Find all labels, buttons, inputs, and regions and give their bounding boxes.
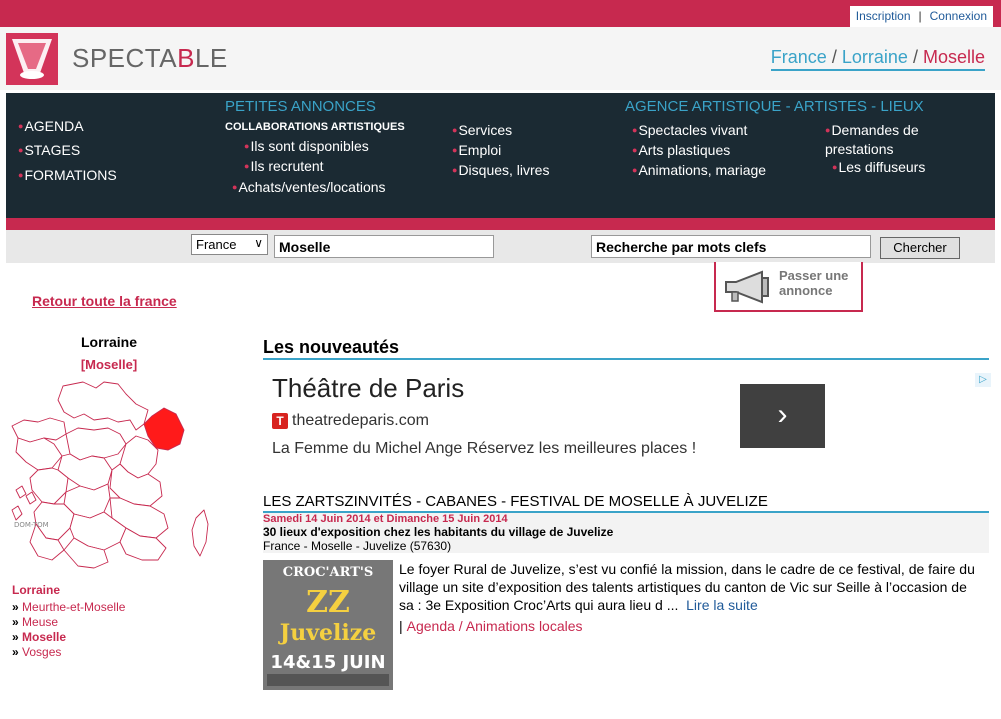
search-button[interactable]: Chercher — [880, 237, 960, 259]
svg-text:Juvelize: Juvelize — [278, 620, 376, 646]
list-item: » Meurthe-et-Moselle — [12, 600, 126, 614]
location-input[interactable]: Moselle — [274, 235, 494, 258]
ad-site[interactable]: Ttheatredeparis.com — [272, 412, 429, 430]
nav-stages[interactable]: STAGES — [18, 142, 80, 158]
event-category: | Agenda / Animations locales — [399, 618, 583, 634]
nav-recruiting[interactable]: Ils recrutent — [244, 158, 323, 174]
ad-arrow-button[interactable]: › — [740, 384, 825, 448]
nav-disques[interactable]: Disques, livres — [452, 162, 549, 178]
ad-title[interactable]: Théâtre de Paris — [272, 373, 464, 404]
nav-formations[interactable]: FORMATIONS — [18, 167, 116, 183]
svg-text:14&15 JUIN: 14&15 JUIN — [270, 652, 385, 673]
department-list: » Meurthe-et-Moselle » Meuse » Moselle »… — [12, 600, 125, 660]
login-link[interactable]: Connexion — [930, 9, 987, 23]
department-list-title: Lorraine — [12, 583, 61, 597]
search-bar: France ∨ Moselle Recherche par mots clef… — [6, 230, 995, 263]
nav-arts[interactable]: Arts plastiques — [632, 142, 730, 158]
keywords-input[interactable]: Recherche par mots clefs — [591, 235, 871, 258]
category-link[interactable]: Agenda / Animations locales — [407, 618, 583, 634]
breadcrumb-country[interactable]: France — [771, 47, 827, 67]
auth-links: Inscription | Connexion — [849, 6, 993, 27]
post-ad-button[interactable]: Passer une annonce — [714, 262, 863, 312]
event-poster[interactable]: CROC'ART'S ZZ Juvelize 14&15 JUIN — [263, 560, 393, 690]
megaphone-icon — [725, 270, 769, 304]
nav-emploi[interactable]: Emploi — [452, 142, 501, 158]
nav-demandes[interactable]: Demandes de prestations — [825, 122, 975, 158]
department-tag: [Moselle] — [80, 357, 138, 372]
svg-text:DOM-TOM: DOM-TOM — [14, 521, 49, 529]
nav-spectacles[interactable]: Spectacles vivant — [632, 122, 747, 138]
brand-name[interactable]: SPECTABLE — [72, 43, 228, 74]
nav-stripe — [6, 218, 995, 230]
ad-site-icon: T — [272, 413, 288, 429]
nav-classifieds-title[interactable]: PETITES ANNONCES — [225, 98, 376, 115]
header: SPECTABLE France / Lorraine / Moselle — [0, 27, 1001, 90]
ad-description[interactable]: La Femme du Michel Ange Réservez les mei… — [272, 440, 696, 458]
breadcrumb-region[interactable]: Lorraine — [842, 47, 908, 67]
nav-available[interactable]: Ils sont disponibles — [244, 138, 368, 154]
section-title: Les nouveautés — [263, 337, 400, 357]
ad-choices-icon[interactable]: ▷ — [975, 373, 991, 387]
event-description: Le foyer Rural de Juvelize, s’est vu con… — [399, 561, 975, 613]
svg-text:CROC'ART'S: CROC'ART'S — [283, 565, 374, 580]
logo-icon[interactable] — [6, 33, 58, 85]
france-map[interactable]: DOM-TOM — [8, 378, 216, 573]
nav-animations[interactable]: Animations, mariage — [632, 162, 766, 178]
chevron-down-icon: ∨ — [254, 236, 263, 250]
signup-link[interactable]: Inscription — [856, 9, 911, 23]
nav-diffuseurs[interactable]: Les diffuseurs — [832, 159, 925, 175]
dept-link-meurthe-et-moselle[interactable]: Meurthe-et-Moselle — [22, 600, 125, 614]
region-name: Lorraine — [80, 334, 137, 350]
breadcrumb-department[interactable]: Moselle — [923, 47, 985, 67]
dept-link-vosges[interactable]: Vosges — [22, 645, 61, 659]
read-more-link[interactable]: Lire la suite — [686, 597, 758, 613]
event-title[interactable]: LES ZARTSZINVITÉS - CABANES - FESTIVAL D… — [263, 493, 768, 510]
nav-buy-sell[interactable]: Achats/ventes/locations — [232, 179, 385, 195]
breadcrumb: France / Lorraine / Moselle — [770, 47, 985, 71]
list-item: » Moselle — [12, 630, 67, 644]
dept-link-moselle[interactable]: Moselle — [22, 630, 66, 644]
nav-agency-title[interactable]: AGENCE ARTISTIQUE - ARTISTES - LIEUX — [625, 98, 924, 115]
back-to-france-link[interactable]: Retour toute la france — [32, 293, 177, 309]
event-date: Samedi 14 Juin 2014 et Dimanche 15 Juin … — [263, 513, 508, 525]
list-item: » Vosges — [12, 645, 62, 659]
svg-text:ZZ: ZZ — [306, 585, 350, 620]
auth-separator: | — [918, 9, 922, 23]
nav-agenda[interactable]: AGENDA — [18, 118, 83, 134]
country-select[interactable]: France ∨ — [191, 234, 268, 255]
nav-services[interactable]: Services — [452, 122, 512, 138]
event-subtitle: 30 lieux d'exposition chez les habitants… — [263, 525, 614, 539]
nav-collab-title: COLLABORATIONS ARTISTIQUES — [225, 121, 405, 133]
section-divider — [263, 358, 989, 360]
dept-link-meuse[interactable]: Meuse — [22, 615, 58, 629]
main-nav: AGENDA STAGES FORMATIONS PETITES ANNONCE… — [6, 93, 995, 218]
list-item: » Meuse — [12, 615, 59, 629]
event-location: France - Moselle - Juvelize (57630) — [263, 539, 452, 553]
